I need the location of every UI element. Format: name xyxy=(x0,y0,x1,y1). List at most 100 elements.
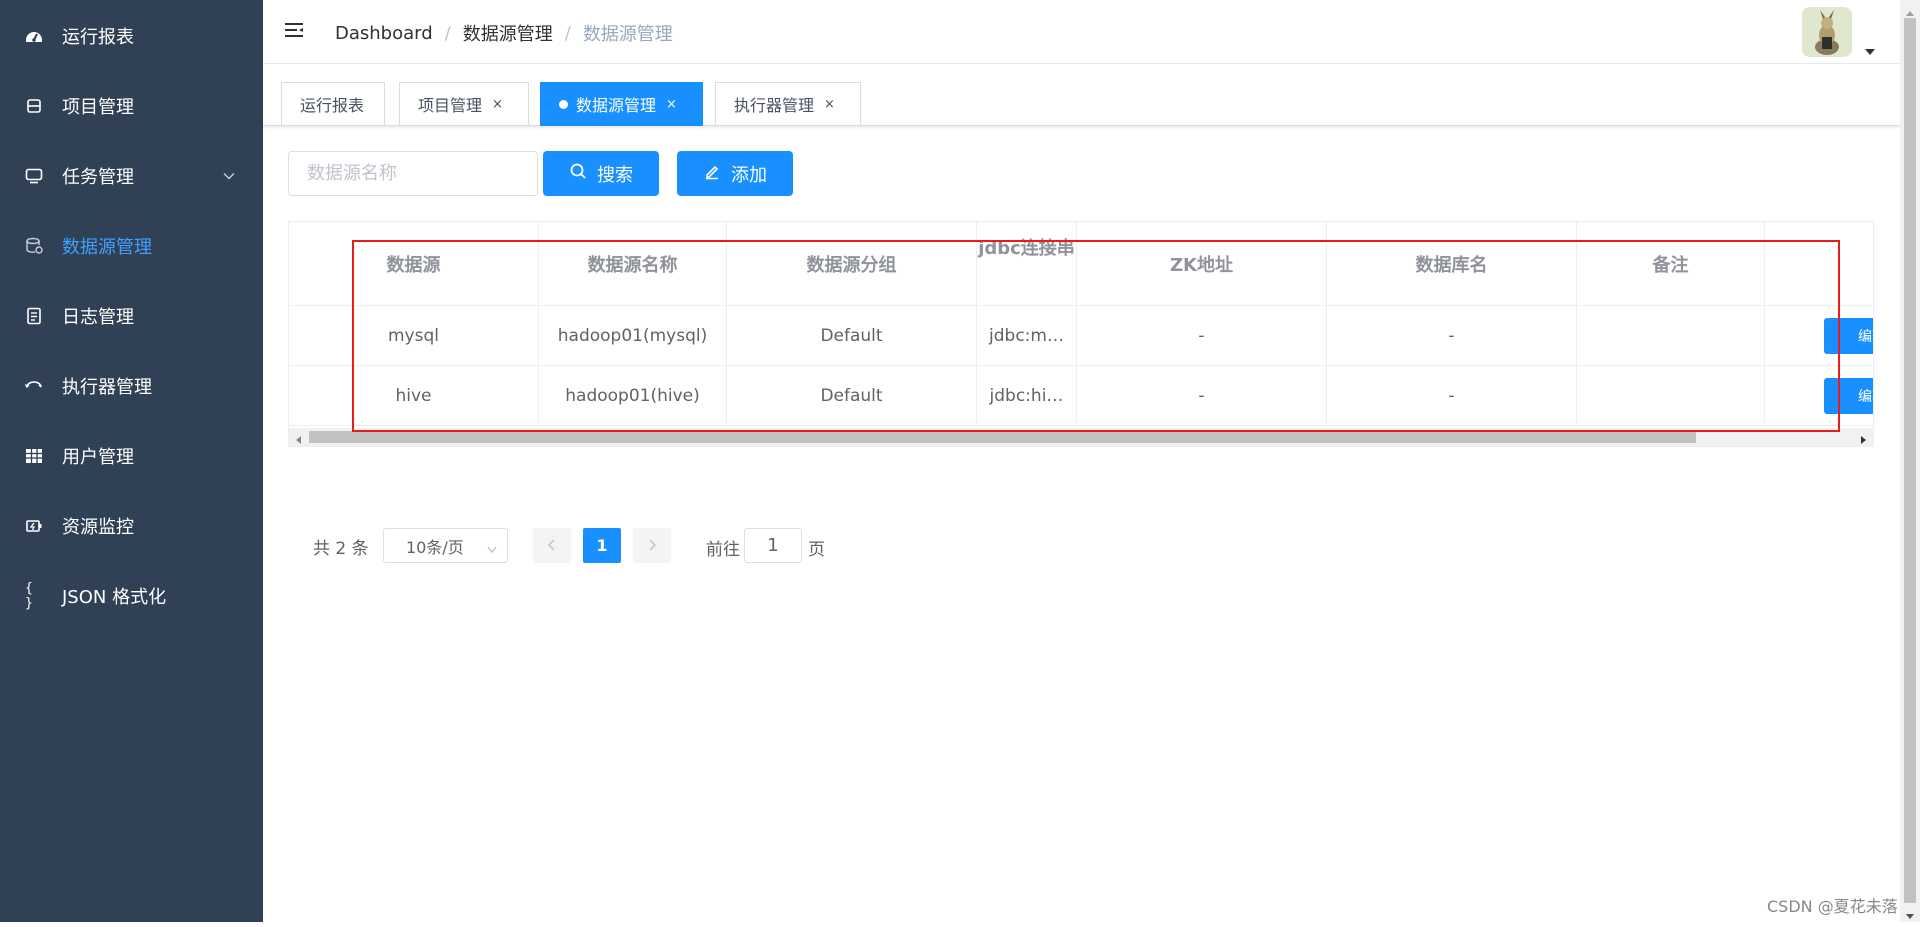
table-cell-actions: 编辑 xyxy=(1765,306,1873,366)
sidebar-item-label: 用户管理 xyxy=(62,447,134,468)
log-icon xyxy=(25,307,43,325)
scroll-left-icon[interactable] xyxy=(293,431,305,444)
sidebar-item-label: 运行报表 xyxy=(62,27,134,48)
table-cell-datasource: hive xyxy=(289,366,539,426)
sidebar-item-log[interactable]: 日志管理 xyxy=(0,281,263,351)
watermark: CSDN @夏花未落 xyxy=(1767,897,1898,916)
search-input[interactable] xyxy=(288,151,538,196)
table-cell-zk: - xyxy=(1077,366,1327,426)
page-unit-label: 页 xyxy=(808,540,825,560)
tag-label: 数据源管理 xyxy=(576,96,657,115)
page-size-value: 10条/页 xyxy=(406,537,464,557)
table-cell-jdbc: jdbc:m… xyxy=(977,306,1077,366)
sidebar-item-executor[interactable]: 执行器管理 xyxy=(0,351,263,421)
chevron-down-icon xyxy=(222,166,236,187)
hamburger-icon[interactable] xyxy=(283,20,305,42)
add-button[interactable]: 添加 xyxy=(677,151,793,196)
close-icon[interactable]: × xyxy=(492,97,503,112)
chevron-left-icon xyxy=(547,536,557,555)
table-cell-datasource: mysql xyxy=(289,306,539,366)
edit-button[interactable]: 编辑 xyxy=(1824,318,1873,354)
tag-label: 执行器管理 xyxy=(734,96,815,115)
sidebar-item-label: 日志管理 xyxy=(62,307,134,328)
sidebar-item-label: 数据源管理 xyxy=(62,237,152,258)
task-icon xyxy=(25,167,43,185)
sidebar-item-label: JSON 格式化 xyxy=(62,587,167,608)
horizontal-scrollbar[interactable] xyxy=(289,428,1873,446)
table-cell-remark xyxy=(1577,306,1765,366)
sidebar-item-label: 项目管理 xyxy=(62,97,134,118)
sidebar-item-project[interactable]: 项目管理 xyxy=(0,71,263,141)
tags-view: 运行报表 项目管理 × 数据源管理 × 执行器管理 × xyxy=(263,64,1900,126)
tag-run-report[interactable]: 运行报表 xyxy=(281,82,385,126)
close-icon[interactable]: × xyxy=(666,97,677,112)
table-cell-name: hadoop01(mysql) xyxy=(539,306,727,366)
page-number-button[interactable]: 1 xyxy=(583,528,621,563)
project-icon xyxy=(25,97,43,115)
sidebar-item-datasource[interactable]: 数据源管理 xyxy=(0,211,263,281)
sidebar-item-run-report[interactable]: 运行报表 xyxy=(0,1,263,71)
breadcrumb-separator: / xyxy=(564,22,571,44)
sidebar-item-task[interactable]: 任务管理 xyxy=(0,141,263,211)
search-button-label: 搜索 xyxy=(597,164,633,186)
table-cell-dbname: - xyxy=(1327,366,1577,426)
sidebar-item-label: 任务管理 xyxy=(62,167,134,188)
sidebar-item-label: 资源监控 xyxy=(62,517,134,538)
add-button-label: 添加 xyxy=(731,164,767,186)
sidebar-item-json[interactable]: { } JSON 格式化 xyxy=(0,561,263,631)
table-cell-jdbc: jdbc:hi… xyxy=(977,366,1077,426)
dashboard-icon xyxy=(25,27,43,45)
json-icon: { } xyxy=(25,581,33,611)
column-header-remark: 备注 xyxy=(1577,222,1765,306)
avatar[interactable] xyxy=(1802,7,1852,57)
page-size-select[interactable]: 10条/页 xyxy=(383,528,508,563)
search-icon xyxy=(569,162,587,185)
datasource-table: 数据源 数据源名称 数据源分组 jdbc连接串 ZK地址 数据库名 备注 mys… xyxy=(288,221,1874,447)
caret-down-icon[interactable] xyxy=(1865,40,1875,60)
edit-pen-icon xyxy=(703,162,721,185)
column-header-actions xyxy=(1765,222,1873,306)
column-header-jdbc: jdbc连接串 xyxy=(977,222,1077,306)
column-header-name: 数据源名称 xyxy=(539,222,727,306)
table-cell-group: Default xyxy=(727,306,977,366)
column-header-dbname: 数据库名 xyxy=(1327,222,1577,306)
breadcrumb-item-current: 数据源管理 xyxy=(582,24,673,45)
table-cell-group: Default xyxy=(727,366,977,426)
edit-button[interactable]: 编辑 xyxy=(1824,378,1873,414)
scroll-down-icon[interactable] xyxy=(1904,907,1916,927)
tag-label: 项目管理 xyxy=(418,96,483,115)
table-cell-remark xyxy=(1577,366,1765,426)
tag-executor[interactable]: 执行器管理 × xyxy=(715,82,861,126)
navbar: Dashboard / 数据源管理 / 数据源管理 xyxy=(263,0,1900,64)
prev-page-button[interactable] xyxy=(533,528,571,563)
table-cell-dbname: - xyxy=(1327,306,1577,366)
executor-icon xyxy=(25,377,43,395)
sidebar-item-monitor[interactable]: 资源监控 xyxy=(0,491,263,561)
search-button[interactable]: 搜索 xyxy=(543,151,659,196)
pagination-total: 共 2 条 xyxy=(313,539,369,559)
table-cell-actions: 编辑 xyxy=(1765,366,1873,426)
page-jump-input[interactable] xyxy=(744,528,802,563)
breadcrumb-item-datasource[interactable]: 数据源管理 xyxy=(463,20,553,46)
vertical-scrollbar[interactable] xyxy=(1900,0,1920,922)
breadcrumb-item-dashboard[interactable]: Dashboard xyxy=(335,23,433,44)
tag-project[interactable]: 项目管理 × xyxy=(399,82,529,126)
column-header-datasource: 数据源 xyxy=(289,222,539,306)
scrollbar-thumb[interactable] xyxy=(309,431,1696,443)
tag-datasource[interactable]: 数据源管理 × xyxy=(540,82,703,126)
table-cell-name: hadoop01(hive) xyxy=(539,366,727,426)
monitor-icon xyxy=(25,517,43,535)
active-dot-icon xyxy=(559,99,568,109)
tag-label: 运行报表 xyxy=(300,96,365,115)
table-cell-zk: - xyxy=(1077,306,1327,366)
breadcrumb-separator: / xyxy=(444,22,451,44)
close-icon[interactable]: × xyxy=(824,97,835,112)
sidebar-item-user[interactable]: 用户管理 xyxy=(0,421,263,491)
column-header-group: 数据源分组 xyxy=(727,222,977,306)
next-page-button[interactable] xyxy=(633,528,671,563)
sidebar-item-label: 执行器管理 xyxy=(62,377,152,398)
chevron-down-icon xyxy=(486,540,498,559)
user-icon xyxy=(25,447,43,465)
scroll-right-icon[interactable] xyxy=(1857,431,1869,444)
scrollbar-thumb[interactable] xyxy=(1904,18,1916,903)
